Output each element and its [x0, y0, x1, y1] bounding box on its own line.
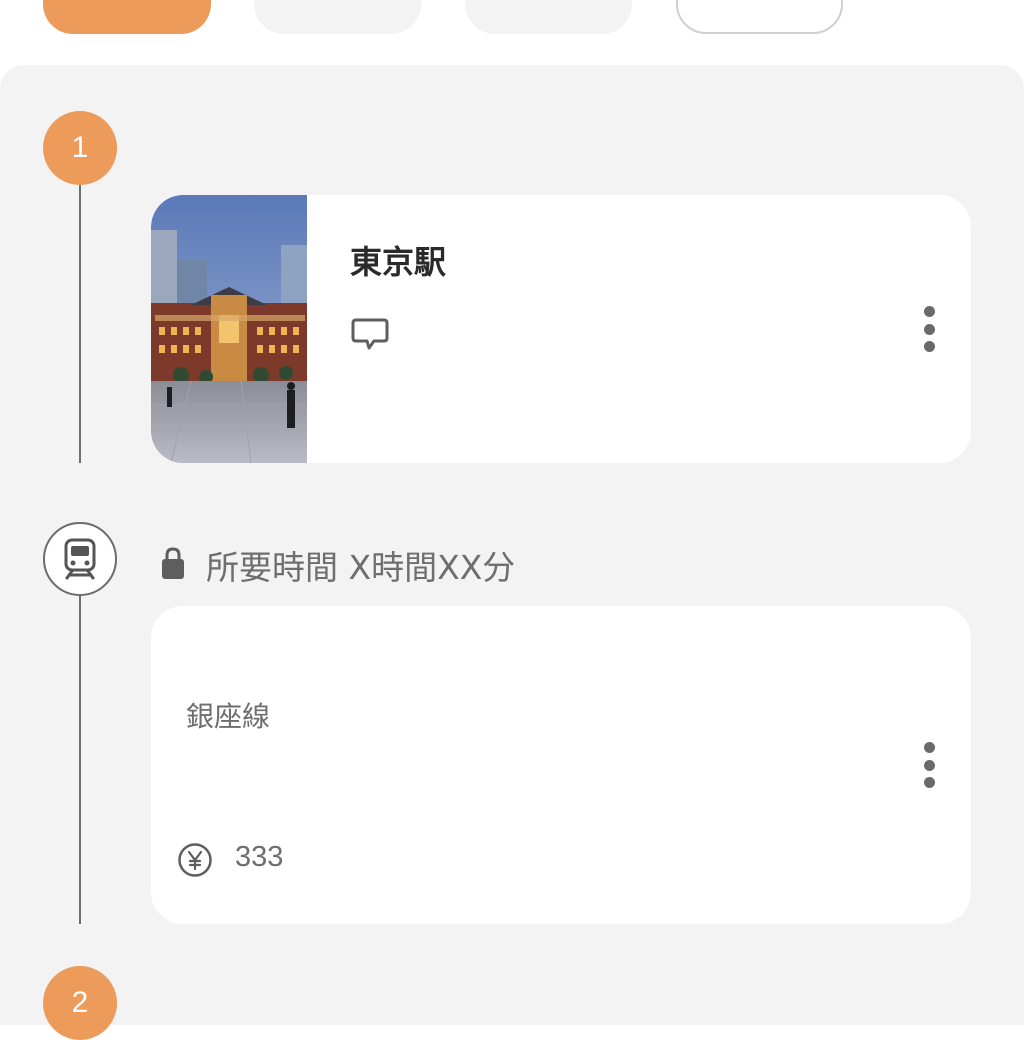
stop-number: 2 — [71, 986, 89, 1019]
stop-number: 1 — [71, 131, 89, 164]
more-vertical-icon[interactable] — [922, 742, 936, 788]
spot-title[interactable]: 東京駅 — [350, 237, 446, 283]
travel-duration: 所要時間 X時間XX分 — [206, 548, 516, 587]
transit-mode-badge — [43, 522, 117, 596]
timeline-connector — [79, 185, 81, 463]
tab-1[interactable] — [43, 0, 211, 34]
spot-card[interactable]: 東京駅 — [151, 195, 971, 463]
more-vertical-icon[interactable] — [922, 306, 936, 352]
tab-3[interactable] — [465, 0, 632, 34]
timeline-connector — [79, 596, 81, 924]
transit-card[interactable]: 銀座線 333 — [151, 606, 971, 924]
tab-2[interactable] — [254, 0, 421, 34]
lock-icon — [162, 547, 184, 579]
spot-photo[interactable] — [151, 195, 307, 463]
fare-amount: 333 — [235, 841, 284, 873]
tab-4[interactable] — [676, 0, 843, 34]
yen-icon — [178, 843, 212, 877]
train-icon — [64, 538, 96, 580]
stop-number-badge: 2 — [43, 966, 117, 1040]
stop-number-badge: 1 — [43, 111, 117, 185]
comment-icon[interactable] — [351, 317, 389, 351]
transit-line-name: 銀座線 — [186, 700, 271, 733]
